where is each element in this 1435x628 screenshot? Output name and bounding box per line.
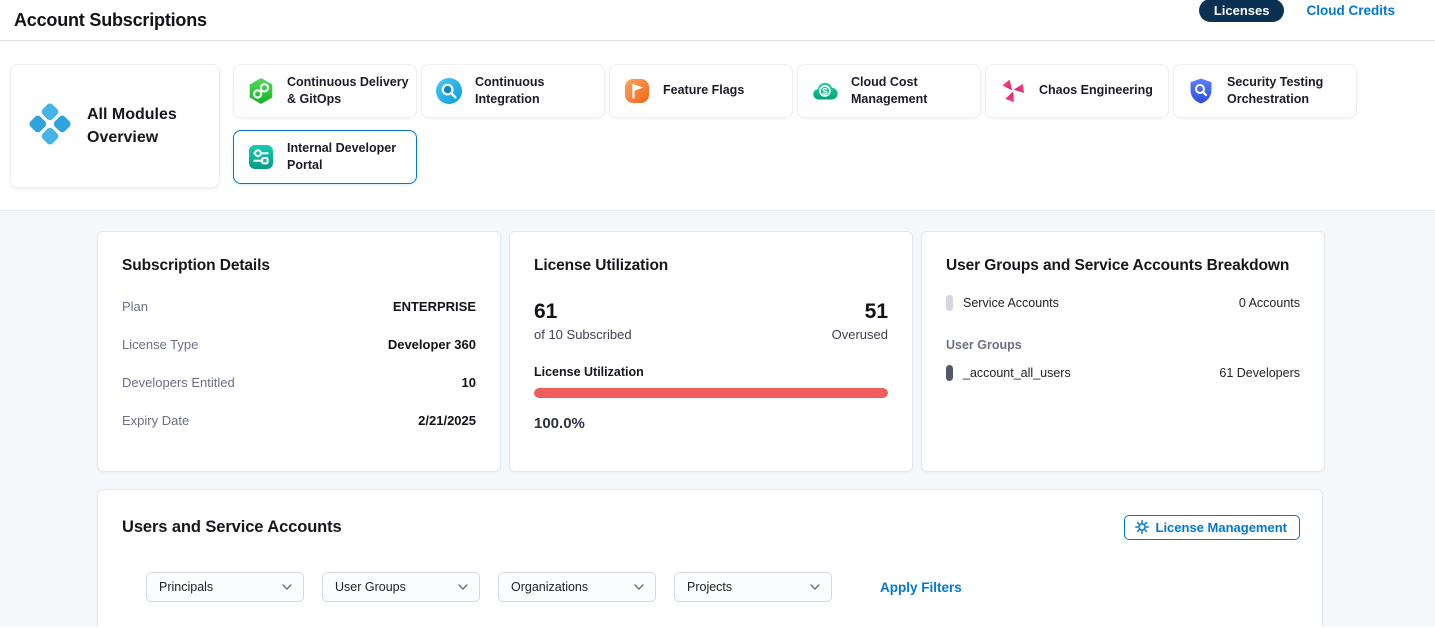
overused-caption: Overused <box>832 327 888 342</box>
users-service-accounts-card: Users and Service Accounts License Manag… <box>97 489 1323 627</box>
chevron-down-icon <box>634 584 644 590</box>
module-label: Continuous Delivery & GitOps <box>287 74 416 109</box>
detail-value: 2/21/2025 <box>418 413 476 428</box>
all-modules-overview-label: All Modules Overview <box>87 103 205 149</box>
module-card-cd-gitops[interactable]: Continuous Delivery & GitOps <box>233 64 417 118</box>
license-management-label: License Management <box>1156 520 1288 535</box>
detail-row-expiry-date: Expiry Date 2/21/2025 <box>122 413 476 428</box>
cd-gitops-icon <box>247 77 275 105</box>
detail-value: ENTERPRISE <box>393 299 476 314</box>
module-label: Continuous Integration <box>475 74 604 109</box>
licenses-tab[interactable]: Licenses <box>1199 0 1285 22</box>
user-groups-heading: User Groups <box>946 338 1300 352</box>
filter-label: Projects <box>687 580 732 594</box>
utilization-bar-track <box>534 388 888 398</box>
ci-icon <box>435 77 463 105</box>
user-group-pill-indicator <box>946 365 953 381</box>
license-management-button[interactable]: License Management <box>1124 515 1301 540</box>
utilization-bar-label: License Utilization <box>534 365 888 379</box>
module-label: Feature Flags <box>663 82 750 100</box>
detail-row-plan: Plan ENTERPRISE <box>122 299 476 314</box>
feature-flags-icon <box>623 77 651 105</box>
user-group-name: _account_all_users <box>963 366 1071 380</box>
license-utilization-title: License Utilization <box>534 257 888 275</box>
chaos-icon <box>999 77 1027 105</box>
filter-label: Organizations <box>511 580 588 594</box>
module-card-idp[interactable]: Internal Developer Portal <box>233 130 417 184</box>
subscription-details-title: Subscription Details <box>122 257 476 275</box>
filter-label: User Groups <box>335 580 406 594</box>
all-modules-icon <box>27 101 73 152</box>
module-label: Cloud Cost Management <box>851 74 980 109</box>
user-group-value: 61 Developers <box>1219 366 1300 380</box>
cloud-credits-tab[interactable]: Cloud Credits <box>1306 3 1395 18</box>
module-label: Internal Developer Portal <box>287 140 416 175</box>
filters-row: Principals User Groups Organizations Pro… <box>146 572 1300 602</box>
utilization-numbers: 61 of 10 Subscribed 51 Overused <box>534 300 888 342</box>
sto-icon <box>1187 77 1215 105</box>
breakdown-title: User Groups and Service Accounts Breakdo… <box>946 257 1300 275</box>
user-groups-filter-dropdown[interactable]: User Groups <box>322 572 480 602</box>
cloud-cost-icon: $ <box>811 77 839 105</box>
detail-label: License Type <box>122 337 198 352</box>
gear-icon <box>1135 520 1149 534</box>
breakdown-card: User Groups and Service Accounts Breakdo… <box>921 231 1325 472</box>
module-card-ci[interactable]: Continuous Integration <box>421 64 605 118</box>
detail-label: Plan <box>122 299 148 314</box>
chevron-down-icon <box>282 584 292 590</box>
detail-value: Developer 360 <box>388 337 476 352</box>
service-accounts-pill-indicator <box>946 295 953 311</box>
svg-text:$: $ <box>822 86 828 97</box>
modules-section: All Modules Overview Continuous Delivery… <box>0 41 1435 211</box>
detail-value: 10 <box>462 375 476 390</box>
users-section-title: Users and Service Accounts <box>122 518 342 537</box>
detail-label: Expiry Date <box>122 413 189 428</box>
page-header: Account Subscriptions Licenses Cloud Cre… <box>0 0 1435 41</box>
utilization-bar-fill <box>534 388 888 398</box>
detail-label: Developers Entitled <box>122 375 235 390</box>
all-modules-overview-card[interactable]: All Modules Overview <box>10 64 220 188</box>
chevron-down-icon <box>810 584 820 590</box>
modules-grid: Continuous Delivery & GitOps Continuous … <box>233 64 1363 184</box>
subscription-details-card: Subscription Details Plan ENTERPRISE Lic… <box>97 231 501 472</box>
overused-column: 51 Overused <box>832 300 888 342</box>
module-card-sto[interactable]: Security Testing Orchestration <box>1173 64 1357 118</box>
license-utilization-card: License Utilization 61 of 10 Subscribed … <box>509 231 913 472</box>
service-accounts-label: Service Accounts <box>963 296 1059 310</box>
organizations-filter-dropdown[interactable]: Organizations <box>498 572 656 602</box>
principals-filter-dropdown[interactable]: Principals <box>146 572 304 602</box>
module-card-cloud-cost[interactable]: $ Cloud Cost Management <box>797 64 981 118</box>
chevron-down-icon <box>458 584 468 590</box>
used-caption: of 10 Subscribed <box>534 327 632 342</box>
module-card-feature-flags[interactable]: Feature Flags <box>609 64 793 118</box>
detail-row-developers-entitled: Developers Entitled 10 <box>122 375 476 390</box>
users-title-row: Users and Service Accounts License Manag… <box>122 515 1300 540</box>
projects-filter-dropdown[interactable]: Projects <box>674 572 832 602</box>
page-title: Account Subscriptions <box>14 10 207 31</box>
summary-cards-row: Subscription Details Plan ENTERPRISE Lic… <box>97 231 1435 472</box>
overused-count: 51 <box>832 300 888 323</box>
idp-icon <box>247 143 275 171</box>
detail-row-license-type: License Type Developer 360 <box>122 337 476 352</box>
content-area: Subscription Details Plan ENTERPRISE Lic… <box>0 211 1435 627</box>
apply-filters-link[interactable]: Apply Filters <box>880 580 962 595</box>
module-label: Chaos Engineering <box>1039 82 1159 100</box>
filter-label: Principals <box>159 580 213 594</box>
module-label: Security Testing Orchestration <box>1227 74 1356 109</box>
module-card-chaos[interactable]: Chaos Engineering <box>985 64 1169 118</box>
utilization-percent: 100.0% <box>534 415 888 432</box>
used-column: 61 of 10 Subscribed <box>534 300 632 342</box>
service-accounts-row: Service Accounts 0 Accounts <box>946 295 1300 311</box>
header-tabs: Licenses Cloud Credits <box>1199 0 1395 22</box>
used-count: 61 <box>534 300 632 323</box>
user-group-row: _account_all_users 61 Developers <box>946 365 1300 381</box>
service-accounts-value: 0 Accounts <box>1239 296 1300 310</box>
subscription-detail-rows: Plan ENTERPRISE License Type Developer 3… <box>122 299 476 428</box>
